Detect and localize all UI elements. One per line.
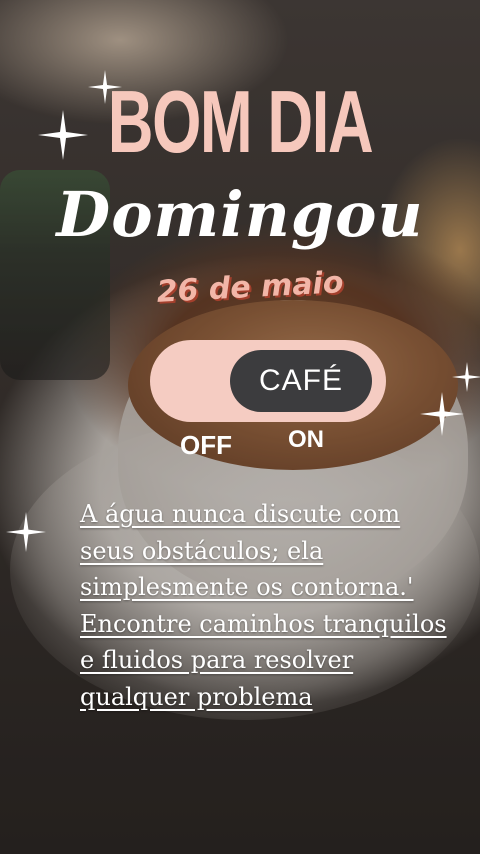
off-label: OFF bbox=[180, 430, 232, 460]
cafe-toggle[interactable]: CAFÉ bbox=[150, 340, 386, 422]
sparkle-icon bbox=[6, 512, 46, 552]
day-name: Domingou bbox=[56, 178, 424, 251]
greeting-title: BOM DIA bbox=[107, 72, 374, 171]
toggle-label: CAFÉ bbox=[258, 364, 343, 397]
sparkle-icon bbox=[452, 362, 480, 392]
toggle-knob[interactable]: CAFÉ bbox=[230, 350, 372, 412]
quote-text: A água nunca discute com seus obstáculos… bbox=[80, 500, 447, 711]
on-label: ON bbox=[288, 426, 324, 453]
sparkle-icon bbox=[420, 392, 464, 436]
